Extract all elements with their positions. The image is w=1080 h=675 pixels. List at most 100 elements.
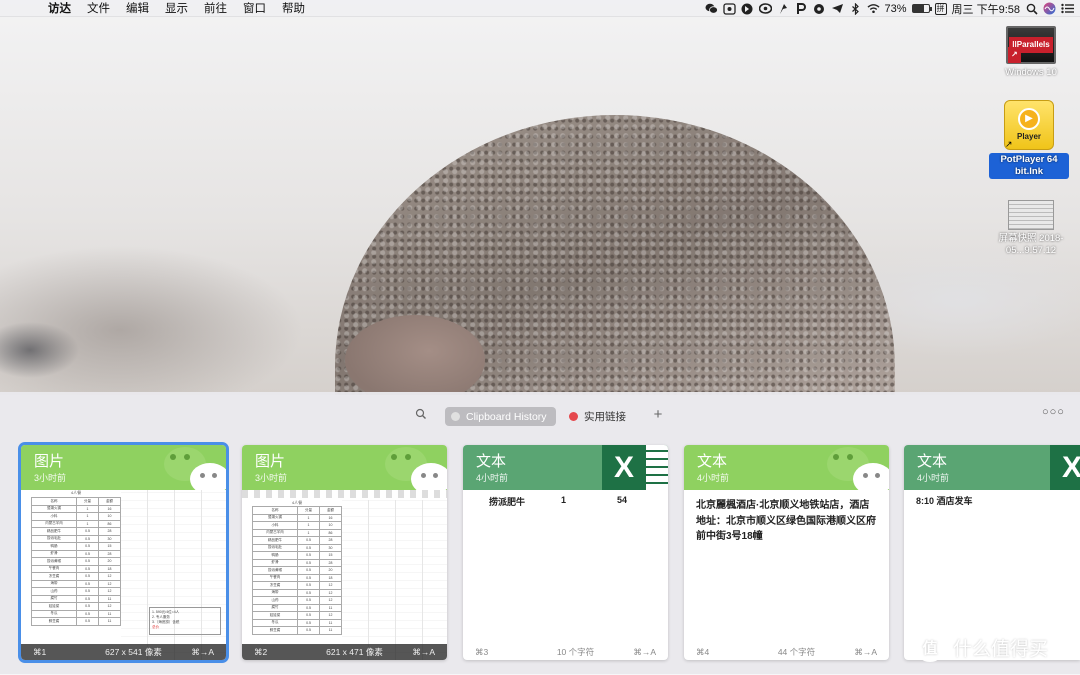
sheet-cell: 0.5 xyxy=(297,558,321,567)
desktop-wallpaper xyxy=(0,0,1080,395)
tab-useful-links[interactable]: 实用链接 xyxy=(563,407,643,426)
card-preview: 4人餐 名称 分量 金额 鹭湖火锅 1 16 小料 1 10 内蒙古羊肉 1 86 精品肥牛 0.5 28 捞… xyxy=(242,490,447,660)
menu-file[interactable]: 文件 xyxy=(79,0,118,16)
sheet-cell: 精品肥牛 xyxy=(251,536,299,545)
more-options-button[interactable]: ○○○ xyxy=(1042,406,1064,424)
card-meta: 44 个字符 xyxy=(777,647,816,657)
sheet-cell: 1 xyxy=(76,504,100,513)
clip-card[interactable]: 图片 3小时前 4人餐 名称 分量 金额 鹭湖火锅 1 16 小料 1 10 内蒙古羊肉 1 86 精品… xyxy=(242,445,447,660)
card-meta: 10 个字符 xyxy=(556,647,595,657)
desktop-icon-screenshot[interactable]: 屏幕快照 2018-05...9.57.12 xyxy=(991,200,1071,257)
cell-value: 1 xyxy=(561,495,567,505)
history-dot-icon xyxy=(451,412,460,421)
potplayer-icon: ▶ Player ↗ xyxy=(1004,100,1054,150)
nut-icon[interactable] xyxy=(813,2,826,15)
menu-help[interactable]: 帮助 xyxy=(274,0,313,16)
table-row: 捞派黄喉 0.5 20 xyxy=(30,557,121,566)
tab-clipboard-history[interactable]: Clipboard History xyxy=(445,407,556,426)
battery-percent[interactable]: 73% xyxy=(885,3,907,15)
card-time: 4小时前 xyxy=(917,473,950,483)
table-row: 海带 0.5 12 xyxy=(251,588,342,597)
siri-icon[interactable] xyxy=(1043,2,1056,15)
desktop-icon-potplayer[interactable]: ▶ Player ↗ PotPlayer 64 bit.lnk xyxy=(989,100,1069,179)
evernote-icon[interactable] xyxy=(741,2,754,15)
menu-window[interactable]: 窗口 xyxy=(235,0,274,16)
sheet-cell: 1 xyxy=(76,519,100,528)
sheet-cell: 28 xyxy=(98,527,121,536)
sheet-cell: 16 xyxy=(319,513,342,522)
sheet-caption: 4人餐 xyxy=(70,490,82,495)
table-row: 午餐肉 0.5 18 xyxy=(30,564,121,573)
creative-cloud-icon[interactable] xyxy=(758,2,772,15)
screenshot-file-icon xyxy=(1008,200,1054,230)
search-icon[interactable] xyxy=(413,408,429,424)
card-shortcut: ⌘1 xyxy=(33,646,47,657)
sheet-cell: 金额 xyxy=(319,506,342,515)
sheet-cell: 捞派毛肚 xyxy=(30,534,78,543)
table-row: 捞派毛肚 0.5 30 xyxy=(30,534,121,543)
clip-card[interactable]: 图片 3小时前 4人餐 名称 分量 金额 鹭湖火锅 1 16 小料 1 10 内蒙古羊肉 1 86 精… xyxy=(18,442,229,663)
sheet-cell: 0.5 xyxy=(297,551,321,560)
card-action[interactable]: ⌘→A xyxy=(837,647,877,658)
card-footer: ⌘2 621 x 471 像素 ⌘→A xyxy=(242,644,447,660)
clip-card[interactable]: 文本 4小时前 X 8:10 酒店发车 xyxy=(904,445,1080,660)
menu-go[interactable]: 前往 xyxy=(196,0,235,16)
table-row: 精品肥牛 0.5 28 xyxy=(30,527,121,536)
telegram-icon[interactable] xyxy=(831,2,844,15)
sheet-cell: 小料 xyxy=(251,521,299,530)
card-shortcut: ⌘3 xyxy=(475,646,489,657)
sheet-cell: 11 xyxy=(98,594,121,603)
table-row: 内蒙古羊肉 1 86 xyxy=(30,519,121,528)
clip-card[interactable]: 文本 4小时前 X 捞派肥牛 1 54 ⌘3 10 个字符 ⌘→A xyxy=(463,445,668,660)
card-action[interactable]: ⌘→A xyxy=(616,647,656,658)
card-action[interactable]: ⌘→A xyxy=(395,647,435,658)
bluetooth-icon[interactable] xyxy=(849,2,862,15)
card-header: 图片 3小时前 xyxy=(21,445,226,490)
sheet-cell: 虾滑 xyxy=(30,549,78,558)
sheet-cell: 0.5 xyxy=(76,549,100,558)
wechat-icon[interactable] xyxy=(705,2,718,15)
table-row: 鲜豆腐 0.5 11 xyxy=(251,626,342,635)
sheet-cell: 86 xyxy=(319,528,342,537)
battery-icon[interactable] xyxy=(911,4,932,13)
desktop-icon-windows10[interactable]: ||Parallels ↗ Windows 10 xyxy=(991,26,1071,79)
watermark-logo-icon: 值 xyxy=(915,632,945,662)
table-row: 虾滑 0.5 28 xyxy=(30,549,121,558)
screenshot-icon[interactable] xyxy=(722,2,736,15)
sheet-cell: 冬瓜 xyxy=(251,618,299,627)
battery-fill xyxy=(912,5,925,12)
input-method-icon[interactable]: 拼 xyxy=(934,2,947,15)
sheet-cell: 0.5 xyxy=(76,587,100,596)
spreadsheet-thumbnail: 4人餐 名称 分量 金额 鹭湖火锅 1 16 小料 1 10 内蒙古羊肉 1 86 精品肥牛 0.5 28… xyxy=(21,490,226,660)
search-icon[interactable] xyxy=(1025,2,1038,15)
sheet-cell: 0.5 xyxy=(297,536,321,545)
hedgehog-face xyxy=(345,315,485,395)
clip-card[interactable]: 文本 4小时前 北京麗楓酒店·北京顺义地铁站店，酒店地址：北京市顺义区绿色国际港… xyxy=(684,445,889,660)
menu-view[interactable]: 显示 xyxy=(157,0,196,16)
sheet-cell: 28 xyxy=(319,536,342,545)
sheet-table: 名称 分量 金额 鹭湖火锅 1 16 小料 1 10 内蒙古羊肉 1 86 精品肥牛 0.5 28 捞派毛肚 0… xyxy=(251,506,342,635)
sheet-cell: 11 xyxy=(319,618,342,627)
sheet-cell: 虾滑 xyxy=(251,558,299,567)
menu-edit[interactable]: 编辑 xyxy=(118,0,157,16)
sheet-cell: 0.5 xyxy=(76,572,100,581)
table-row: 小料 1 10 xyxy=(251,521,342,530)
table-row: 鲜豆腐 0.5 11 xyxy=(30,617,121,626)
menu-finder[interactable]: 访达 xyxy=(40,0,79,16)
clock[interactable]: 周三 下午9:58 xyxy=(952,1,1020,17)
notification-icon[interactable] xyxy=(1061,2,1074,15)
card-time: 3小时前 xyxy=(255,473,288,483)
card-footer: ⌘4 44 个字符 ⌘→A xyxy=(684,644,889,660)
sheet-cell: 0.5 xyxy=(76,542,100,551)
card-meta: 621 x 471 像素 xyxy=(326,647,383,657)
card-type: 图片 xyxy=(255,453,286,470)
add-pinboard-button[interactable]: + xyxy=(650,406,666,424)
card-action[interactable]: ⌘→A xyxy=(174,647,214,658)
card-meta: 627 x 541 像素 xyxy=(105,647,162,657)
wifi-icon[interactable] xyxy=(866,2,880,15)
shortcut-icon[interactable] xyxy=(777,2,790,15)
desktop-icon-label: 屏幕快照 2018-05...9.57.12 xyxy=(998,233,1064,256)
alias-arrow-icon: ↗ xyxy=(1008,47,1021,63)
sheet-cell: 12 xyxy=(98,579,121,588)
p-icon[interactable] xyxy=(795,2,808,15)
